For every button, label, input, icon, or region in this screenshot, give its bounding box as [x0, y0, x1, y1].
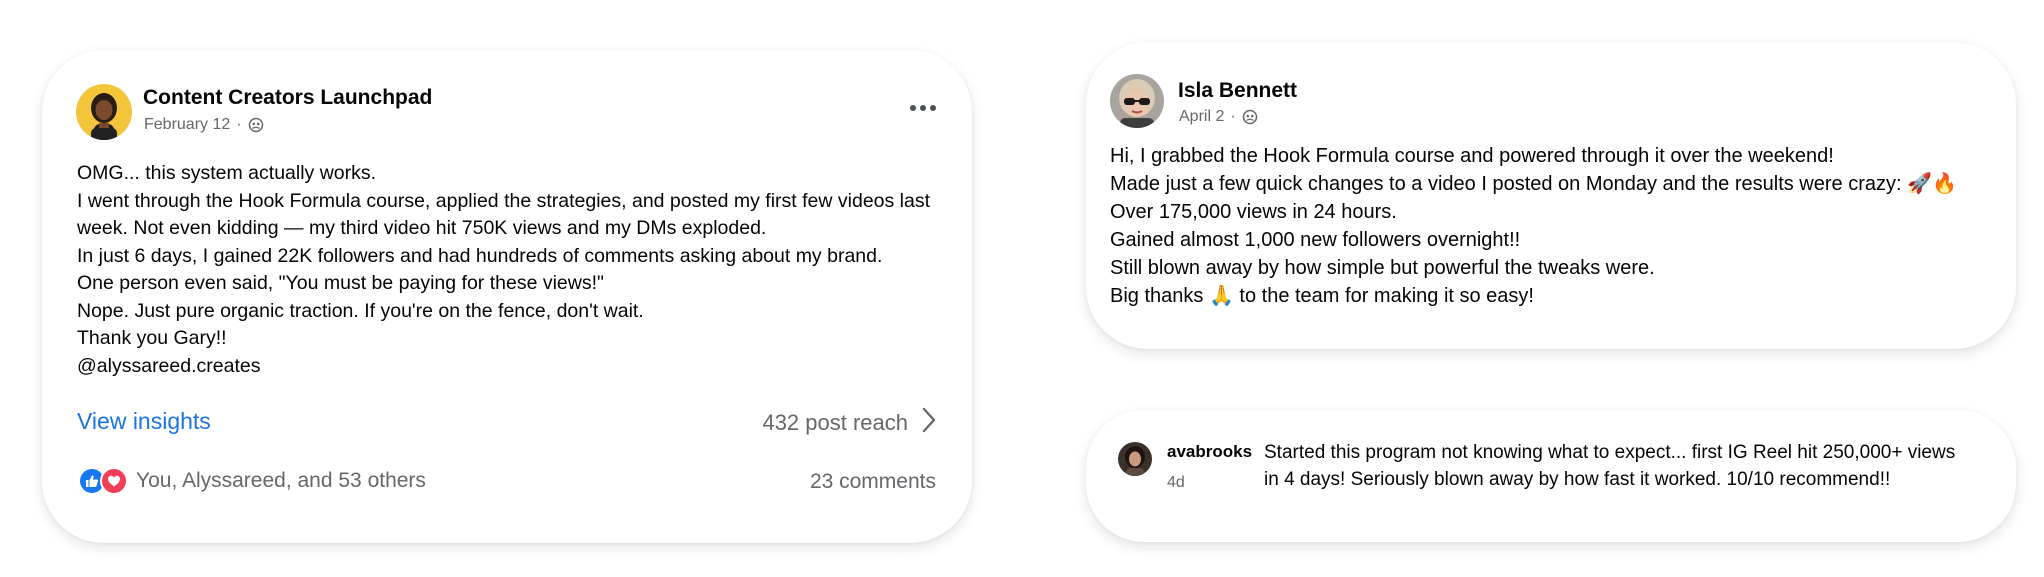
post-date[interactable]: April 2	[1179, 108, 1224, 126]
comment-body: Started this program not knowing what to…	[1264, 439, 1955, 493]
post-line: OMG... this system actually works.	[77, 162, 377, 184]
author-name[interactable]: Content Creators Launchpad	[143, 86, 432, 110]
more-options-icon[interactable]	[910, 105, 936, 111]
author-avatar[interactable]	[1110, 74, 1164, 128]
post-meta: February 12 ·	[144, 116, 264, 134]
post-card-content-creators: Content Creators Launchpad February 12 ·…	[42, 50, 972, 543]
post-card-isla-bennett: Isla Bennett April 2 · Hi, I grabbed the…	[1086, 42, 2016, 349]
reactions-summary[interactable]: You, Alyssareed, and 53 others	[78, 467, 426, 495]
post-date[interactable]: February 12	[144, 116, 230, 134]
post-line: Still blown away by how simple but power…	[1110, 257, 1655, 279]
post-line: Big thanks 🙏 to the team for making it s…	[1110, 285, 1534, 307]
love-reaction-icon	[100, 467, 128, 495]
commenter-name[interactable]: avabrooks	[1167, 442, 1252, 462]
post-line: One person even said, "You must be payin…	[77, 272, 604, 294]
post-meta: April 2 ·	[1179, 108, 1258, 126]
post-reach-text: 432 post reach	[762, 410, 908, 435]
post-line: Gained almost 1,000 new followers overni…	[1110, 229, 1521, 251]
friends-globe-icon[interactable]	[1242, 109, 1258, 125]
friends-globe-icon[interactable]	[248, 117, 264, 133]
post-line: Over 175,000 views in 24 hours.	[1110, 201, 1397, 223]
post-line: Hi, I grabbed the Hook Formula course an…	[1110, 145, 1834, 167]
meta-separator: ·	[1230, 108, 1236, 125]
comment-card-avabrooks: avabrooks 4d Started this program not kn…	[1086, 410, 2016, 542]
commenter-avatar[interactable]	[1118, 442, 1152, 476]
post-body: Hi, I grabbed the Hook Formula course an…	[1110, 142, 1957, 310]
post-line: week. Not even kidding — my third video …	[77, 217, 767, 239]
post-line: In just 6 days, I gained 22K followers a…	[77, 244, 883, 267]
post-line[interactable]: @alyssareed.creates	[77, 353, 930, 381]
reactions-text: You, Alyssareed, and 53 others	[136, 469, 426, 492]
comment-time[interactable]: 4d	[1167, 474, 1185, 492]
comment-line: in 4 days! Seriously blown away by how f…	[1264, 469, 1891, 490]
post-reach-link[interactable]: 432 post reach	[762, 407, 936, 439]
comments-count-link[interactable]: 23 comments	[810, 470, 936, 494]
chevron-right-icon	[922, 407, 936, 439]
meta-separator: ·	[236, 116, 242, 133]
comment-line: Started this program not knowing what to…	[1264, 442, 1956, 463]
post-line: Thank you Gary!!	[77, 327, 227, 349]
view-insights-link[interactable]: View insights	[77, 408, 211, 435]
post-line: I went through the Hook Formula course, …	[77, 189, 931, 212]
author-name[interactable]: Isla Bennett	[1178, 79, 1297, 103]
post-line: Nope. Just pure organic traction. If you…	[77, 299, 644, 322]
post-line: Made just a few quick changes to a video…	[1110, 173, 1957, 195]
post-body: OMG... this system actually works. I wen…	[77, 160, 930, 380]
author-avatar[interactable]	[76, 84, 132, 140]
